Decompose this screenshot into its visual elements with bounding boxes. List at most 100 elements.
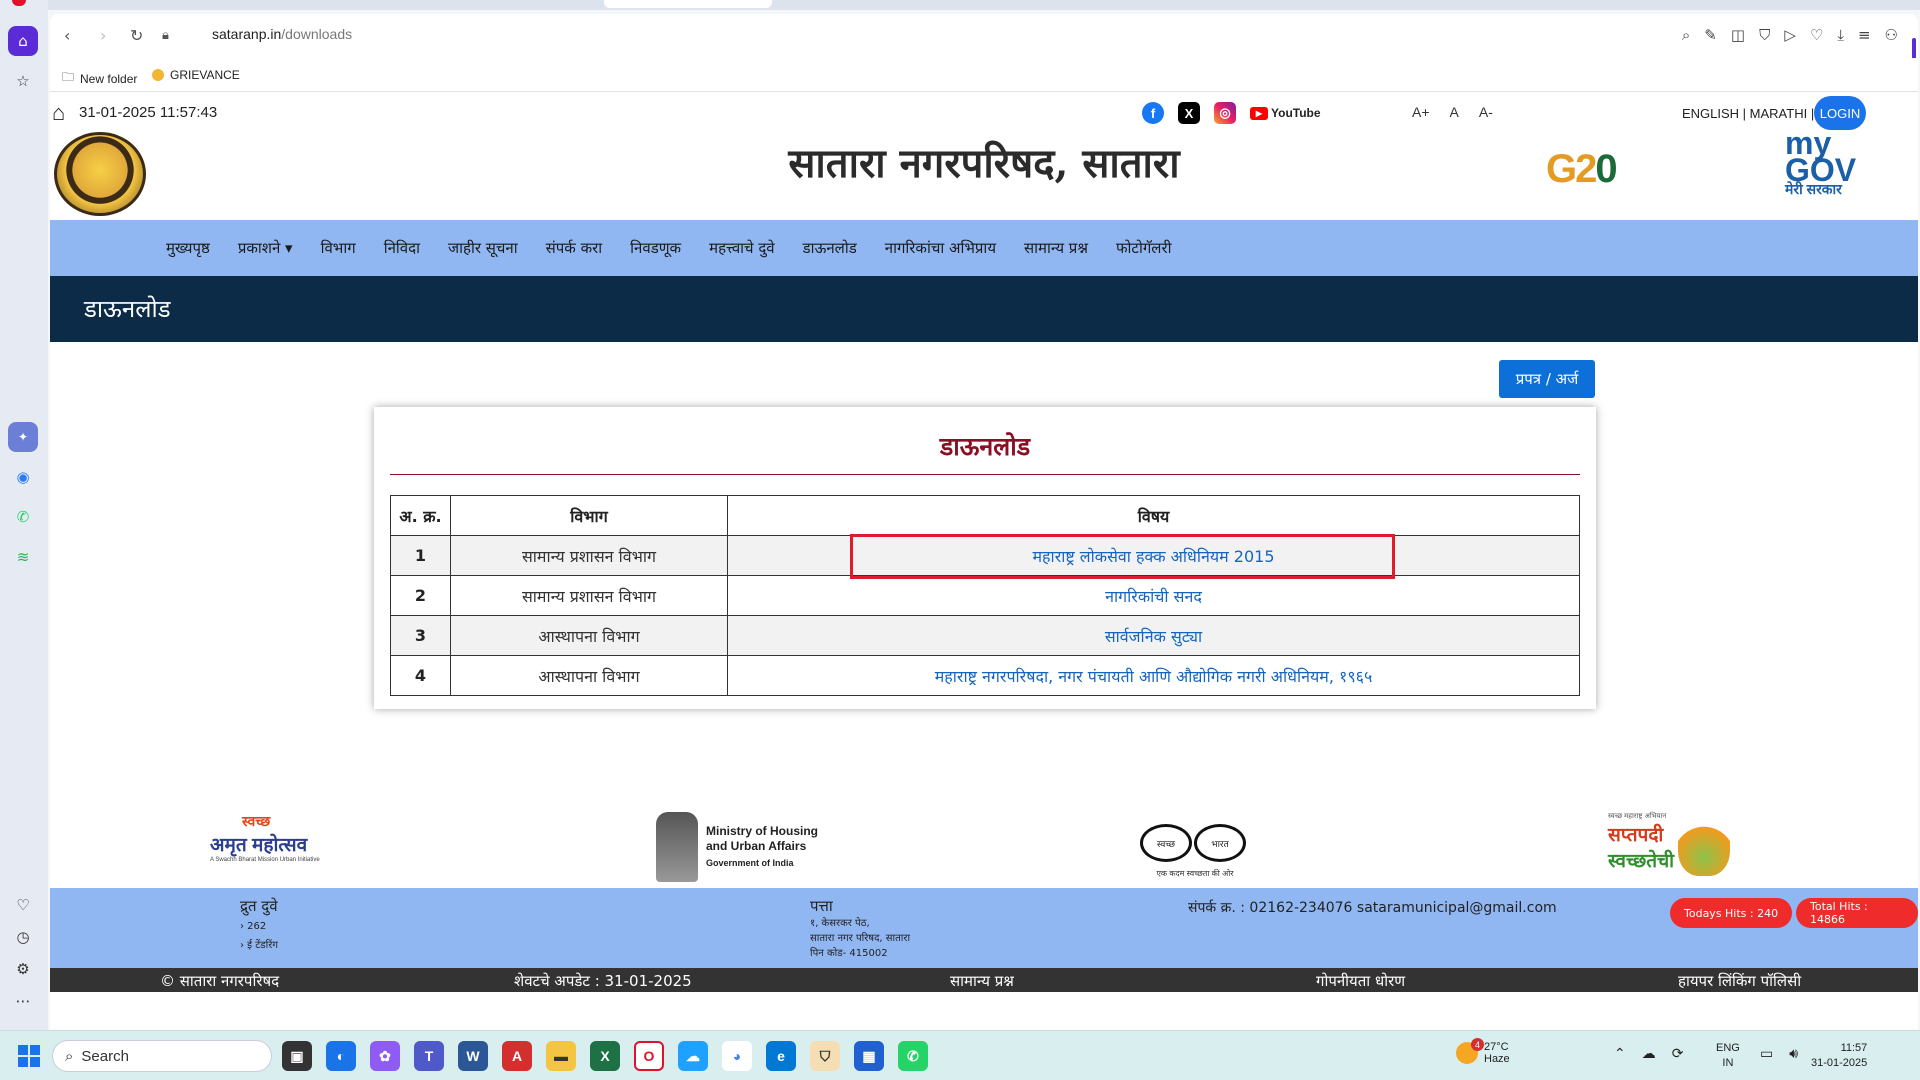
youtube-label: YouTube — [1271, 106, 1321, 120]
nav-item-departments[interactable]: विभाग — [321, 238, 356, 258]
file-explorer-icon[interactable]: ▬ — [546, 1041, 576, 1071]
volume-icon[interactable]: 🔊︎ — [1789, 1045, 1798, 1062]
heart-icon[interactable]: ♡ — [1810, 26, 1823, 44]
nav-item-photo-gallery[interactable]: फोटोगॅलरी — [1116, 238, 1172, 258]
weather-widget[interactable]: 4 27°C Haze — [1456, 1038, 1510, 1065]
facebook-icon[interactable]: f — [1142, 102, 1164, 124]
camera-icon[interactable]: ◫ — [1731, 26, 1745, 44]
mohua-line1: Ministry of Housing — [706, 823, 818, 838]
star-icon[interactable]: ☆ — [8, 66, 38, 96]
security-app-icon[interactable]: ⛉ — [810, 1041, 840, 1071]
aria-ai-icon[interactable]: ✦ — [8, 422, 38, 452]
bookmarks-bar: 🗀 New folder GRIEVANCE — [50, 58, 1918, 92]
row-subject-link[interactable]: महाराष्ट्र नगरपरिषदा, नगर पंचायती आणि औद… — [727, 655, 1580, 696]
taskbar-search[interactable]: ⌕ Search — [52, 1040, 272, 1072]
amrit-mahotsav-logo[interactable]: स्वच्छ अमृत महोत्सव A Swachh Bharat Miss… — [210, 812, 320, 863]
menu-icon[interactable]: ≡ — [1858, 26, 1871, 44]
profile-icon[interactable]: ⚇ — [1885, 26, 1898, 44]
instagram-icon[interactable]: ◎ — [1214, 102, 1236, 124]
windows-start-icon[interactable] — [18, 1045, 40, 1067]
search-page-icon[interactable]: ⌕ — [1682, 26, 1690, 44]
tray-icons: ▭ 🔊︎ — [1760, 1045, 1798, 1062]
opera-icon[interactable]: O — [634, 1041, 664, 1071]
quick-link-item[interactable]: › 262 — [240, 921, 278, 932]
sync-icon[interactable]: ⟳ — [1672, 1045, 1684, 1062]
footer-link-privacy[interactable]: गोपनीयता धोरण — [1316, 971, 1405, 991]
teams-icon[interactable]: T — [414, 1041, 444, 1071]
saptapadi-logo[interactable]: स्वच्छ महाराष्ट्र अभियान सप्तपदी स्वच्छत… — [1608, 812, 1730, 876]
task-view-icon[interactable]: ▣ — [282, 1041, 312, 1071]
spotify-icon[interactable]: ≋ — [8, 542, 38, 572]
home-icon[interactable]: ⌂ — [52, 100, 65, 126]
nav-item-elections[interactable]: निवडणूक — [630, 238, 681, 258]
store-icon[interactable]: ▦ — [854, 1041, 884, 1071]
shield-icon[interactable]: ⛉ — [1759, 26, 1770, 44]
more-icon[interactable]: ⋯ — [8, 986, 38, 1016]
back-icon[interactable]: ‹ — [64, 26, 70, 45]
input-language[interactable]: ENG IN — [1716, 1041, 1740, 1072]
cloud-icon[interactable]: ☁ — [1642, 1045, 1656, 1062]
forms-button[interactable]: प्रपत्र / अर्ज — [1499, 360, 1595, 398]
row-number: 4 — [390, 655, 451, 696]
settings-gear-icon[interactable]: ⚙ — [8, 954, 38, 984]
weather-app-icon[interactable]: ☁ — [678, 1041, 708, 1071]
address-bar[interactable]: sataranp.in/downloads — [212, 26, 352, 42]
address-title: पत्ता — [810, 897, 833, 915]
bookmark-grievance[interactable]: GRIEVANCE — [152, 68, 240, 82]
nav-item-tenders[interactable]: निविदा — [384, 238, 420, 258]
excel-icon[interactable]: X — [590, 1041, 620, 1071]
nav-item-home[interactable]: मुख्यपृष्ठ — [166, 238, 210, 258]
edge-icon[interactable]: e — [766, 1041, 796, 1071]
chevron-up-icon[interactable]: ⌃ — [1614, 1045, 1626, 1062]
acrobat-icon[interactable]: A — [502, 1041, 532, 1071]
history-icon[interactable]: ◷ — [8, 922, 38, 952]
opera-logo[interactable] — [12, 0, 26, 6]
chrome-icon[interactable]: ◕ — [722, 1041, 752, 1071]
reload-icon[interactable]: ↻ — [130, 26, 143, 45]
copilot-icon[interactable]: ✿ — [370, 1041, 400, 1071]
swachh-bharat-logo[interactable]: स्वच्छ भारत एक कदम स्वच्छता की ओर — [1140, 814, 1270, 879]
browser-sidebar: ⌂ ☆ ✦ ◉ ✆ ≋ ♡ ◷ ⚙ ⋯ — [0, 0, 48, 1030]
nav-item-faq[interactable]: सामान्य प्रश्न — [1024, 238, 1088, 258]
row-subject-link[interactable]: सार्वजनिक सुट्या — [727, 615, 1580, 656]
nav-item-public-notice[interactable]: जाहीर सूचना — [448, 238, 518, 258]
clock-date: 31-01-2025 — [1811, 1057, 1868, 1070]
download-icon[interactable]: ⤓ — [1837, 26, 1844, 44]
nav-item-feedback[interactable]: नागरिकांचा अभिप्राय — [885, 238, 996, 258]
active-tab[interactable] — [604, 0, 772, 8]
footer-link-faq[interactable]: सामान्य प्रश्न — [950, 971, 1014, 991]
nav-item-downloads[interactable]: डाऊनलोड — [803, 238, 857, 258]
row-department: आस्थापना विभाग — [450, 655, 728, 696]
play-icon[interactable]: ▷ — [1784, 26, 1796, 44]
system-clock[interactable]: 11:57 31-01-2025 — [1811, 1041, 1867, 1072]
sapta-line1: सप्तपदी — [1608, 825, 1664, 846]
home-icon[interactable]: ⌂ — [8, 26, 38, 56]
footer-link-hyperlinking[interactable]: हायपर लिंकिंग पॉलिसी — [1678, 971, 1801, 991]
mygov-logo[interactable]: my GOV मेरी सरकार — [1785, 127, 1856, 196]
whatsapp-taskbar-icon[interactable]: ✆ — [898, 1041, 928, 1071]
display-icon[interactable]: ▭ — [1760, 1045, 1773, 1062]
whatsapp-icon[interactable]: ✆ — [8, 502, 38, 532]
nav-item-important-links[interactable]: महत्त्वाचे दुवे — [709, 238, 775, 258]
font-increase-button[interactable]: A+ — [1412, 104, 1430, 120]
meet-icon[interactable]: ◐ — [326, 1041, 356, 1071]
mohua-logo[interactable]: Ministry of Housing and Urban Affairs Go… — [656, 812, 818, 882]
font-decrease-button[interactable]: A- — [1479, 104, 1493, 120]
language-switcher[interactable]: ENGLISH | MARATHI | — [1682, 106, 1814, 121]
youtube-link[interactable]: ▶ YouTube — [1250, 102, 1321, 124]
font-normal-button[interactable]: A — [1450, 104, 1459, 120]
messenger-icon[interactable]: ◉ — [8, 462, 38, 492]
footer-contact: संपर्क क्र. : 02162-234076 sataramunicip… — [1188, 900, 1557, 916]
bookmark-new-folder[interactable]: 🗀 New folder — [62, 68, 137, 89]
x-twitter-icon[interactable]: X — [1178, 102, 1200, 124]
nav-item-publications[interactable]: प्रकाशने ▾ — [238, 238, 293, 258]
quick-link-item[interactable]: › ई टेंडरिंग — [240, 937, 278, 951]
forward-icon[interactable]: › — [100, 26, 106, 45]
lock-icon[interactable]: 🔒︎ — [162, 28, 169, 43]
heart-icon[interactable]: ♡ — [8, 890, 38, 920]
edit-icon[interactable]: ✎ — [1704, 26, 1717, 44]
nav-item-contact[interactable]: संपर्क करा — [546, 238, 603, 258]
row-subject-link[interactable]: नागरिकांची सनद — [727, 575, 1580, 616]
swachh-left-text: स्वच्छ — [1140, 824, 1192, 862]
word-icon[interactable]: W — [458, 1041, 488, 1071]
